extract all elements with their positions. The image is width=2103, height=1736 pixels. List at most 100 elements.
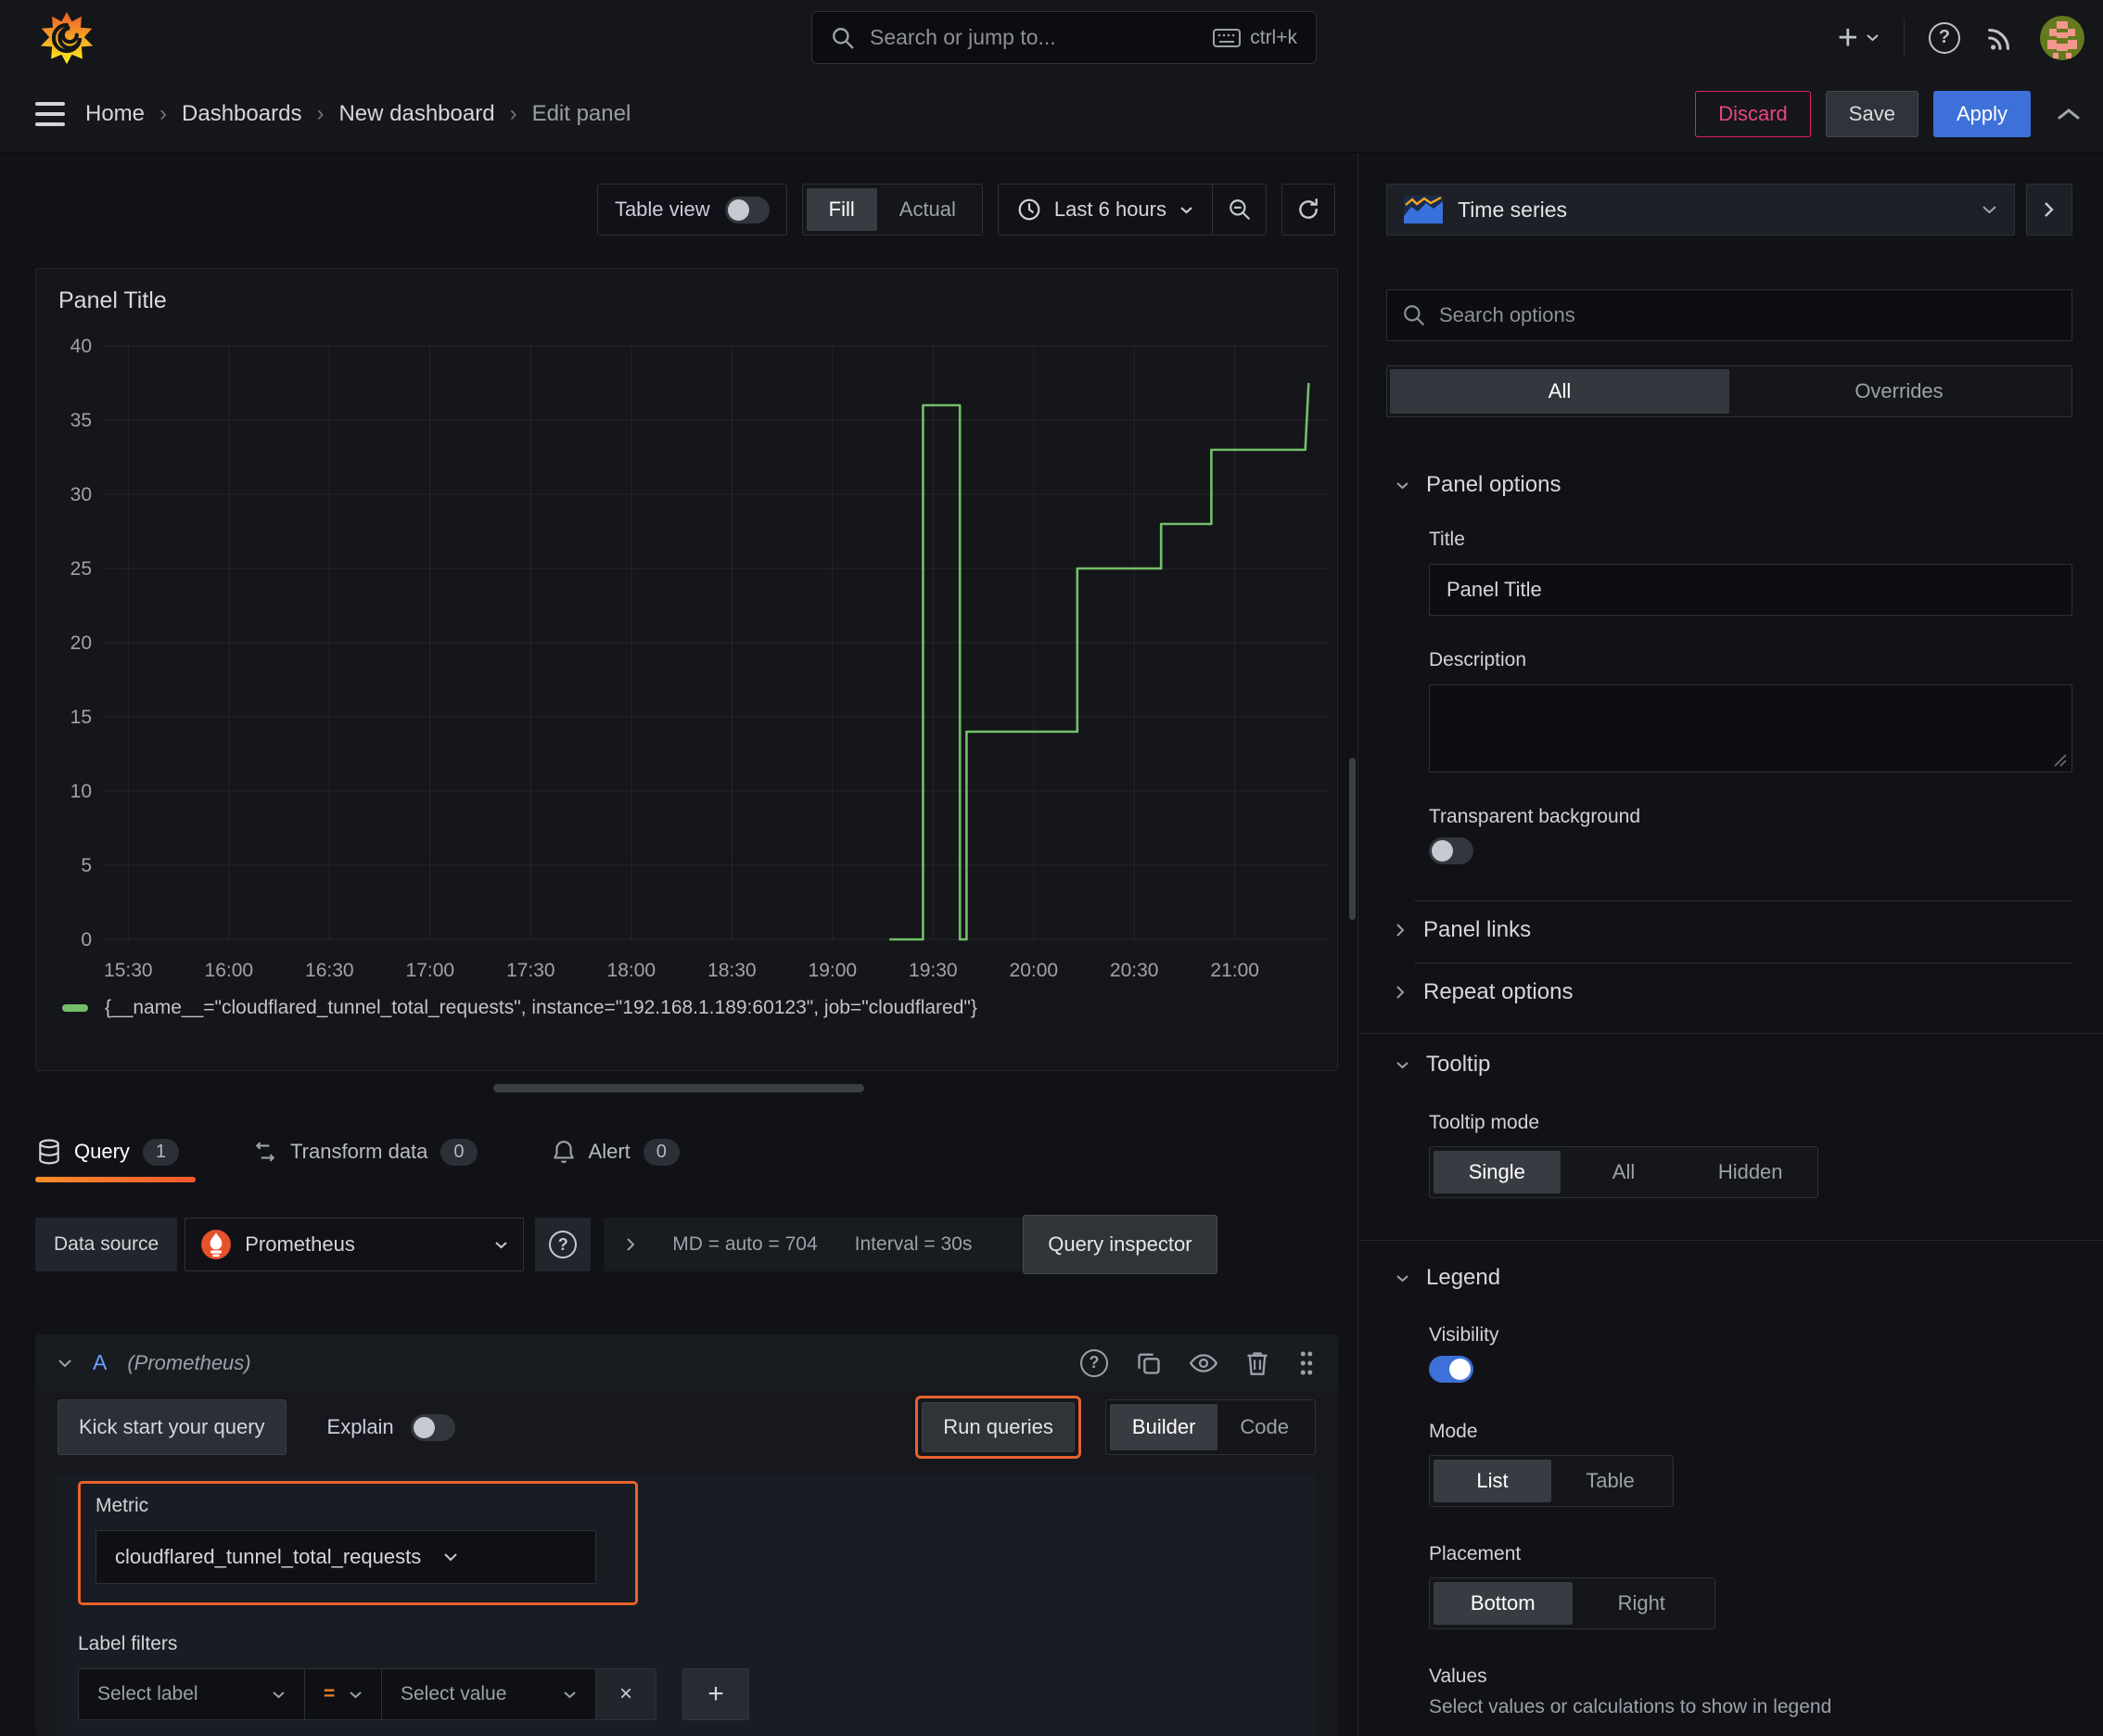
- table-view-control: Table view: [596, 184, 787, 236]
- save-button[interactable]: Save: [1825, 90, 1918, 137]
- news-rss-icon[interactable]: [1984, 22, 2016, 54]
- global-search-input[interactable]: [870, 25, 1199, 50]
- time-range-label: Last 6 hours: [1053, 198, 1166, 221]
- svg-text:18:30: 18:30: [707, 960, 757, 981]
- legend-table-option[interactable]: Table: [1551, 1460, 1669, 1502]
- query-row-header[interactable]: A (Prometheus) ?: [35, 1334, 1338, 1391]
- breadcrumb-home[interactable]: Home: [85, 101, 145, 127]
- query-options-bar[interactable]: MD = auto = 704 Interval = 30s: [604, 1218, 1063, 1271]
- tooltip-single-option[interactable]: Single: [1434, 1151, 1561, 1194]
- query-help-icon[interactable]: ?: [1080, 1348, 1108, 1377]
- table-view-toggle[interactable]: [724, 196, 770, 223]
- explain-label: Explain: [326, 1415, 394, 1438]
- breadcrumb-dashboards[interactable]: Dashboards: [182, 101, 301, 127]
- eye-icon[interactable]: [1190, 1352, 1217, 1374]
- help-icon[interactable]: ?: [1929, 21, 1960, 54]
- actual-option[interactable]: Actual: [877, 188, 978, 231]
- drag-handle-icon[interactable]: [1297, 1349, 1316, 1377]
- series-legend-label[interactable]: {__name__="cloudflared_tunnel_total_requ…: [105, 997, 977, 1019]
- apply-button[interactable]: Apply: [1932, 90, 2031, 137]
- tab-transform-data[interactable]: Transform data 0: [251, 1125, 493, 1179]
- trash-icon[interactable]: [1245, 1350, 1269, 1376]
- legend-visibility-toggle[interactable]: [1429, 1356, 1473, 1383]
- tab-query[interactable]: Query 1: [35, 1125, 197, 1182]
- collapse-options-button[interactable]: [2057, 107, 2081, 121]
- kick-start-button[interactable]: Kick start your query: [57, 1399, 287, 1455]
- operator-dropdown[interactable]: =: [304, 1668, 382, 1720]
- user-avatar[interactable]: [2040, 15, 2084, 60]
- svg-text:17:00: 17:00: [406, 960, 455, 981]
- panel-title-input[interactable]: [1429, 564, 2072, 616]
- prometheus-icon: [201, 1230, 232, 1259]
- duplicate-icon[interactable]: [1136, 1350, 1162, 1376]
- query-row-actions: ?: [1080, 1348, 1316, 1377]
- chevron-right-icon: [2045, 202, 2054, 217]
- zoom-out-icon: [1229, 199, 1250, 220]
- datasource-help-button[interactable]: ?: [535, 1218, 592, 1271]
- visualization-picker[interactable]: Time series: [1386, 184, 2015, 236]
- builder-option[interactable]: Builder: [1109, 1404, 1218, 1450]
- new-menu-button[interactable]: +: [1838, 20, 1880, 56]
- chevron-down-icon: [1180, 206, 1192, 213]
- section-panel-options[interactable]: Panel options: [1358, 471, 2103, 499]
- section-tooltip[interactable]: Tooltip: [1358, 1051, 2103, 1079]
- svg-text:17:30: 17:30: [506, 960, 555, 981]
- legend-right-option[interactable]: Right: [1573, 1582, 1712, 1625]
- section-title: Repeat options: [1423, 979, 1574, 1004]
- section-legend[interactable]: Legend: [1358, 1264, 2103, 1292]
- select-label-dropdown[interactable]: Select label: [78, 1668, 305, 1720]
- grafana-logo-icon[interactable]: [39, 10, 95, 66]
- query-datasource-hint: (Prometheus): [127, 1350, 251, 1374]
- add-filter-button[interactable]: +: [682, 1668, 749, 1720]
- zoom-out-button[interactable]: [1212, 185, 1266, 235]
- discard-button[interactable]: Discard: [1695, 90, 1811, 137]
- explain-toggle[interactable]: [410, 1413, 455, 1441]
- pane-resize-handle[interactable]: [493, 1084, 864, 1092]
- tab-alert-label: Alert: [588, 1140, 631, 1163]
- svg-text:15:30: 15:30: [104, 960, 153, 981]
- global-search[interactable]: ctrl+k: [811, 11, 1317, 64]
- chevron-down-icon: [1982, 206, 1996, 214]
- section-panel-links[interactable]: Panel links: [1358, 907, 2103, 953]
- tooltip-hidden-option[interactable]: Hidden: [1687, 1151, 1814, 1194]
- panel-description-input[interactable]: [1429, 684, 2072, 772]
- select-value-dropdown[interactable]: Select value: [381, 1668, 596, 1720]
- tab-transform-label: Transform data: [290, 1140, 428, 1163]
- refresh-button[interactable]: [1281, 184, 1335, 236]
- menu-toggle-icon[interactable]: [35, 101, 65, 126]
- toggle-viz-picker-button[interactable]: [2026, 184, 2072, 236]
- tab-all[interactable]: All: [1390, 369, 1729, 414]
- scrollbar-thumb[interactable]: [1349, 758, 1356, 920]
- tooltip-all-option[interactable]: All: [1561, 1151, 1688, 1194]
- datasource-picker[interactable]: Prometheus: [185, 1218, 525, 1271]
- metric-select[interactable]: cloudflared_tunnel_total_requests: [96, 1530, 596, 1584]
- legend-list-option[interactable]: List: [1434, 1460, 1551, 1502]
- code-option[interactable]: Code: [1217, 1404, 1311, 1450]
- tab-alert[interactable]: Alert 0: [550, 1125, 696, 1179]
- breadcrumb-separator: ›: [509, 100, 517, 126]
- transparent-bg-toggle[interactable]: [1429, 837, 1473, 864]
- resize-handle-icon[interactable]: [2054, 754, 2067, 767]
- table-view-label: Table view: [614, 198, 710, 221]
- interval-stat: Interval = 30s: [854, 1233, 973, 1255]
- svg-text:20:00: 20:00: [1010, 960, 1059, 981]
- fill-option[interactable]: Fill: [806, 188, 877, 231]
- legend-bottom-option[interactable]: Bottom: [1434, 1582, 1573, 1625]
- query-inspector-button[interactable]: Query inspector: [1023, 1215, 1217, 1274]
- visualization-row: Time series: [1386, 184, 2072, 236]
- run-queries-button[interactable]: Run queries: [922, 1402, 1075, 1452]
- breadcrumb-separator: ›: [316, 100, 325, 126]
- breadcrumb-new-dashboard[interactable]: New dashboard: [338, 101, 494, 127]
- remove-filter-button[interactable]: ×: [595, 1668, 656, 1720]
- svg-text:0: 0: [81, 929, 92, 951]
- options-search[interactable]: [1386, 289, 2072, 341]
- time-series-chart[interactable]: 0 5 10 15 20 25 30 35 40 15:30 16:00 16:30 17:00 17:3…: [36, 327, 1337, 991]
- time-range-picker[interactable]: Last 6 hours: [999, 198, 1212, 222]
- breadcrumb-separator: ›: [159, 100, 168, 126]
- select-value-placeholder: Select value: [401, 1683, 507, 1704]
- tab-overrides[interactable]: Overrides: [1729, 369, 2069, 414]
- options-search-input[interactable]: [1439, 303, 2057, 327]
- section-repeat-options[interactable]: Repeat options: [1358, 969, 2103, 1015]
- svg-text:18:00: 18:00: [607, 960, 656, 981]
- datasource-row: Data source Prometheus ? MD = auto = 704…: [35, 1215, 1217, 1274]
